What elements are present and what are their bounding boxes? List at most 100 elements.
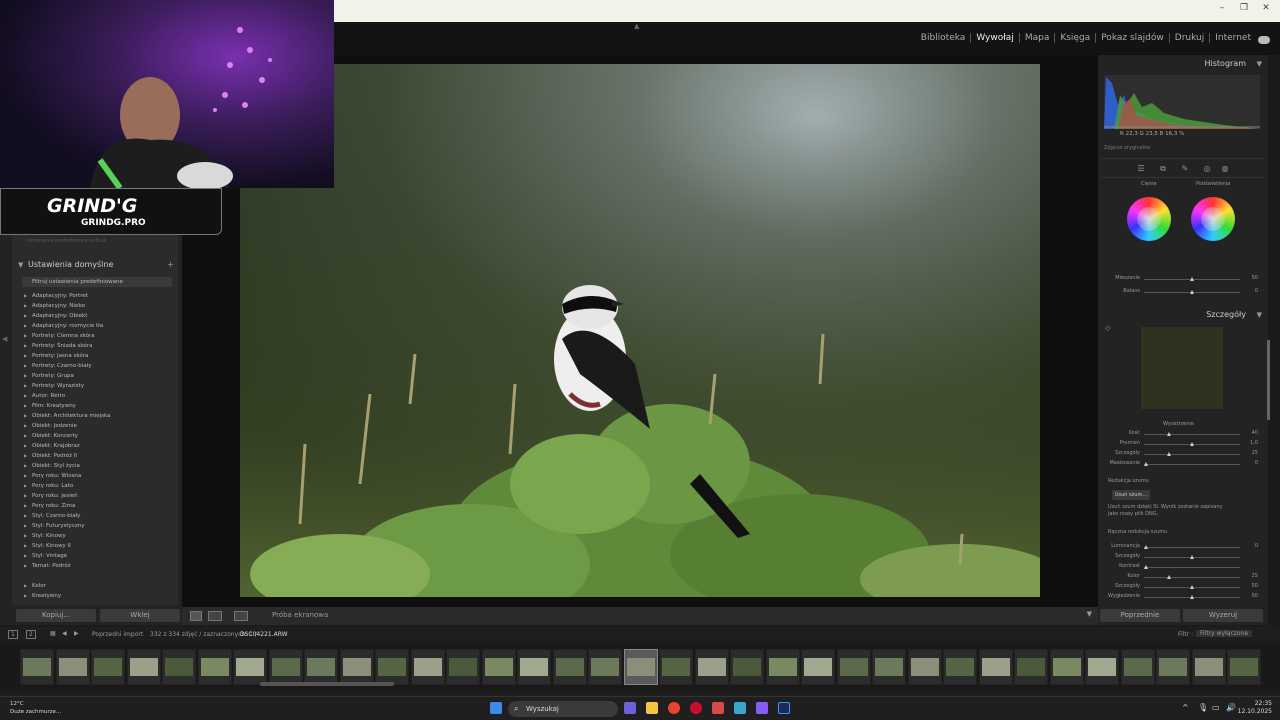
- slider-knob[interactable]: [1144, 545, 1148, 549]
- expand-triangle-icon[interactable]: ▶: [24, 431, 27, 441]
- preset-item[interactable]: ▶ Pory roku: Zima: [22, 501, 172, 511]
- expand-triangle-icon[interactable]: ▶: [24, 471, 27, 481]
- filmstrip-thumbnail[interactable]: [659, 649, 693, 685]
- filmstrip-thumbnail[interactable]: [375, 649, 409, 685]
- details-title[interactable]: Szczegóły: [1206, 310, 1246, 319]
- expand-triangle-icon[interactable]: ▶: [24, 461, 27, 471]
- filmstrip-thumbnail[interactable]: [588, 649, 622, 685]
- slider-track[interactable]: [1144, 545, 1240, 549]
- expand-triangle-icon[interactable]: ▶: [24, 421, 27, 431]
- filmstrip-thumbnail[interactable]: [836, 649, 871, 685]
- filmstrip-thumbnail[interactable]: [481, 649, 516, 685]
- expand-triangle-icon[interactable]: ▶: [24, 381, 27, 391]
- filmstrip-thumbnail[interactable]: [1085, 649, 1119, 685]
- previous-button[interactable]: Poprzednie: [1100, 609, 1180, 622]
- expand-triangle-icon[interactable]: ▶: [24, 401, 27, 411]
- expand-triangle-icon[interactable]: ▶: [24, 511, 27, 521]
- preset-item[interactable]: ▶ Portrety: Jasna skóra: [22, 351, 172, 361]
- slider-row[interactable]: Kontrast: [1104, 563, 1258, 571]
- tray-expand-icon[interactable]: ^: [1182, 703, 1189, 712]
- start-icon[interactable]: [490, 702, 502, 714]
- expand-triangle-icon[interactable]: ▶: [24, 491, 27, 501]
- filter-select[interactable]: Filtry wyłączone: [1196, 630, 1253, 637]
- module-4[interactable]: Pokaz slajdów: [1096, 33, 1170, 43]
- slider-knob[interactable]: [1167, 452, 1171, 456]
- network-icon[interactable]: ▭: [1212, 703, 1220, 712]
- filmstrip-scrollbar[interactable]: [260, 682, 394, 686]
- maximize-button[interactable]: ❐: [1236, 3, 1252, 13]
- teams-icon[interactable]: [624, 702, 636, 714]
- preset-item[interactable]: ▶ Obiekt: Styl życia: [22, 461, 172, 471]
- search-box[interactable]: ⌕ Wyszukaj: [508, 701, 618, 717]
- slider-track[interactable]: [1144, 442, 1240, 446]
- histogram[interactable]: [1104, 75, 1260, 129]
- slider-value[interactable]: 0: [1244, 460, 1258, 466]
- slider-track[interactable]: [1144, 432, 1240, 436]
- expand-triangle-icon[interactable]: ▶: [24, 521, 27, 531]
- slider-knob[interactable]: [1190, 555, 1194, 559]
- filmstrip-thumbnail[interactable]: [943, 649, 977, 685]
- cloud-icon[interactable]: [1258, 36, 1270, 44]
- filmstrip-thumbnail[interactable]: [20, 649, 54, 685]
- filmstrip-thumbnail[interactable]: [55, 649, 90, 685]
- preset-item[interactable]: ▶ Pory roku: Jesień: [22, 491, 172, 501]
- histogram-collapse-icon[interactable]: ▼: [1257, 60, 1262, 68]
- forward-icon[interactable]: ▶: [74, 630, 79, 637]
- clock[interactable]: 22:35 12.10.2025: [1238, 700, 1272, 716]
- preset-item[interactable]: ▶ Styl: Czarno-biały: [22, 511, 172, 521]
- slider-row[interactable]: Szczegóły 50: [1104, 583, 1258, 591]
- filmstrip-thumbnail[interactable]: [1156, 649, 1190, 685]
- slider-knob[interactable]: [1144, 565, 1148, 569]
- crop-icon[interactable]: ⧉: [1158, 164, 1168, 174]
- preset-item[interactable]: ▶ Portrety: Grupa: [22, 371, 172, 381]
- page-1[interactable]: 1: [8, 630, 18, 639]
- slider-row[interactable]: Maskowanie 0: [1104, 460, 1258, 468]
- app-icon[interactable]: [712, 702, 724, 714]
- slider-value[interactable]: 1,0: [1244, 440, 1258, 446]
- filmstrip-thumbnail[interactable]: [730, 649, 764, 685]
- preset-item[interactable]: ▶ Styl: Futurystyczny: [22, 521, 172, 531]
- filmstrip-thumbnail[interactable]: [268, 649, 303, 685]
- blend-track[interactable]: [1144, 277, 1240, 281]
- expand-triangle-icon[interactable]: ▶: [24, 321, 27, 331]
- presets-header[interactable]: ▼ Ustawienia domyślne +: [12, 258, 178, 272]
- expand-triangle-icon[interactable]: ▶: [24, 411, 27, 421]
- preset-item[interactable]: ▶ Portrety: Ciemna skóra: [22, 331, 172, 341]
- module-3[interactable]: Księga: [1055, 33, 1097, 43]
- back-icon[interactable]: ◀: [62, 630, 67, 637]
- masking-icon[interactable]: ◍: [1220, 164, 1230, 174]
- preset-item[interactable]: ▶ Portrety: Śniada skóra: [22, 341, 172, 351]
- preset-item[interactable]: ▶ Adaptacyjny: Obiekt: [22, 311, 172, 321]
- slider-knob[interactable]: [1167, 432, 1171, 436]
- preset-item[interactable]: ▶ Autor: Retro: [22, 391, 172, 401]
- filmstrip-thumbnail[interactable]: [694, 649, 729, 685]
- balance-track[interactable]: [1144, 290, 1240, 294]
- expand-triangle-icon[interactable]: ▶: [24, 291, 27, 301]
- slider-value[interactable]: 40: [1244, 430, 1258, 436]
- preset-item[interactable]: ▶ Film: Kreatywny: [22, 401, 172, 411]
- slider-value[interactable]: 50: [1244, 583, 1258, 589]
- preset-item[interactable]: ▶ Styl: Kinowy II: [22, 541, 172, 551]
- filmstrip-thumbnail[interactable]: [801, 649, 835, 685]
- opera-icon[interactable]: [690, 702, 702, 714]
- slider-row[interactable]: Luminancja 0: [1104, 543, 1258, 551]
- expand-triangle-icon[interactable]: ▶: [24, 341, 27, 351]
- filmstrip-thumbnail[interactable]: [339, 649, 374, 685]
- preset-item[interactable]: ▶ Styl: Kinowy: [22, 531, 172, 541]
- filmstrip-thumbnail[interactable]: [1049, 649, 1084, 685]
- filmstrip-thumbnail[interactable]: [1227, 649, 1261, 685]
- slider-knob[interactable]: [1190, 595, 1194, 599]
- preset-item[interactable]: [22, 571, 172, 581]
- preset-item[interactable]: ▶ Adaptacyjny: Niebo: [22, 301, 172, 311]
- slider-knob[interactable]: [1167, 575, 1171, 579]
- filmstrip-thumbnail[interactable]: [907, 649, 942, 685]
- expand-triangle-icon[interactable]: ▶: [24, 451, 27, 461]
- blend-slider[interactable]: Mieszanie 50: [1104, 275, 1258, 283]
- slider-track[interactable]: [1144, 452, 1240, 456]
- slider-track[interactable]: [1144, 575, 1240, 579]
- balance-knob[interactable]: [1190, 290, 1194, 294]
- slider-row[interactable]: Ilość 40: [1104, 430, 1258, 438]
- preset-item[interactable]: ▶ Obiekt: Jedzenie: [22, 421, 172, 431]
- loupe-view-icon[interactable]: [190, 611, 202, 621]
- blend-value[interactable]: 50: [1244, 275, 1258, 281]
